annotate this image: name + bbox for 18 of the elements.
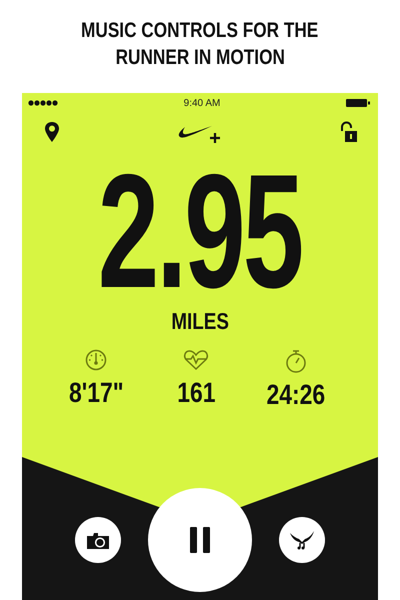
stat-value: 161 (176, 377, 216, 409)
stat-value: 8'17" (68, 377, 124, 409)
headline: RUNNER IN MOTION (115, 44, 285, 70)
stat-value: 24:26 (266, 379, 326, 411)
stopwatch-icon (285, 349, 307, 373)
status-time: 9:40 AM (184, 98, 220, 108)
battery-icon (346, 99, 370, 107)
camera-icon (86, 530, 110, 550)
distance-value: 2.95 (98, 157, 302, 307)
pause-icon (190, 527, 210, 553)
distance-unit: MILES (171, 307, 229, 335)
signal-icon (28, 100, 58, 106)
wings-icon (289, 530, 315, 550)
location-pin-icon[interactable] (44, 121, 60, 143)
heart-rate-icon (183, 349, 209, 371)
speedometer-icon (85, 349, 107, 371)
headline: MUSIC CONTROLS FOR THE (81, 18, 319, 44)
unlocked-padlock-icon[interactable] (340, 121, 358, 143)
